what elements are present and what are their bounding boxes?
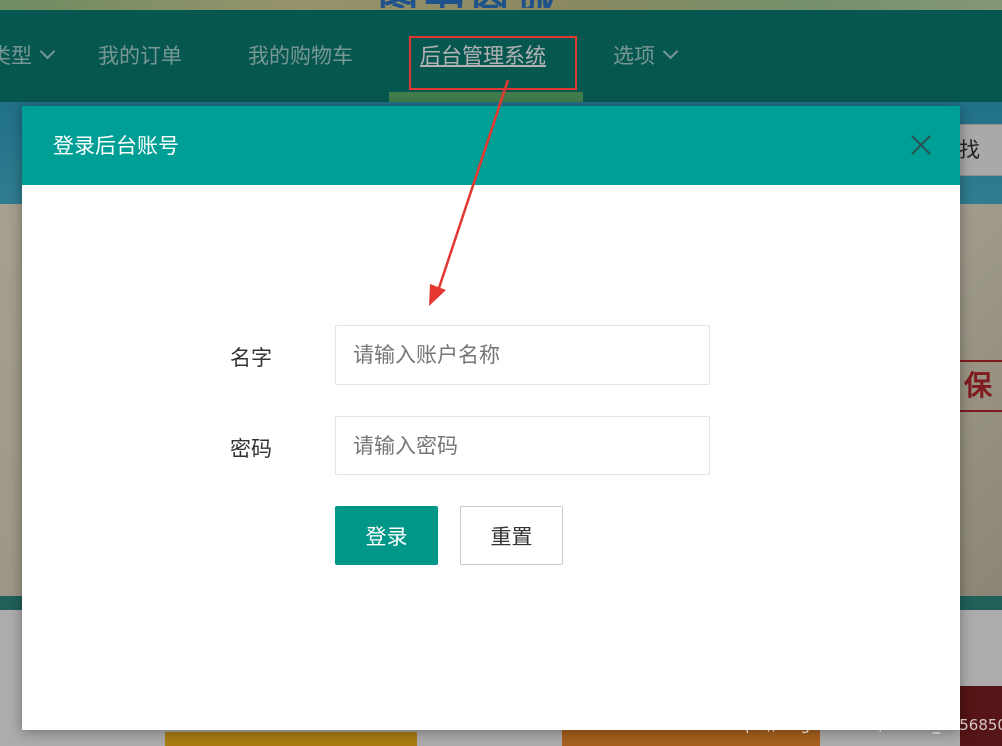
watermark-text: https://blog.csdn.net/weixin_38568503 — [724, 716, 1002, 734]
login-button[interactable]: 登录 — [335, 506, 438, 565]
password-input[interactable] — [335, 416, 710, 475]
dialog-title: 登录后台账号 — [53, 134, 179, 158]
dialog-header: 登录后台账号 — [22, 106, 960, 185]
name-label: 名字 — [230, 346, 272, 370]
reset-button[interactable]: 重置 — [460, 506, 563, 565]
name-input[interactable] — [335, 325, 710, 385]
page: 图书商城 类型 我的订单 我的购物车 后台管理系统 选项 找 保 登录后台账号 … — [0, 0, 1002, 746]
close-icon[interactable] — [908, 132, 934, 158]
login-dialog: 登录后台账号 名字 密码 登录 重置 — [22, 106, 960, 730]
password-label: 密码 — [230, 437, 272, 461]
annotation-highlight-box — [409, 36, 577, 90]
